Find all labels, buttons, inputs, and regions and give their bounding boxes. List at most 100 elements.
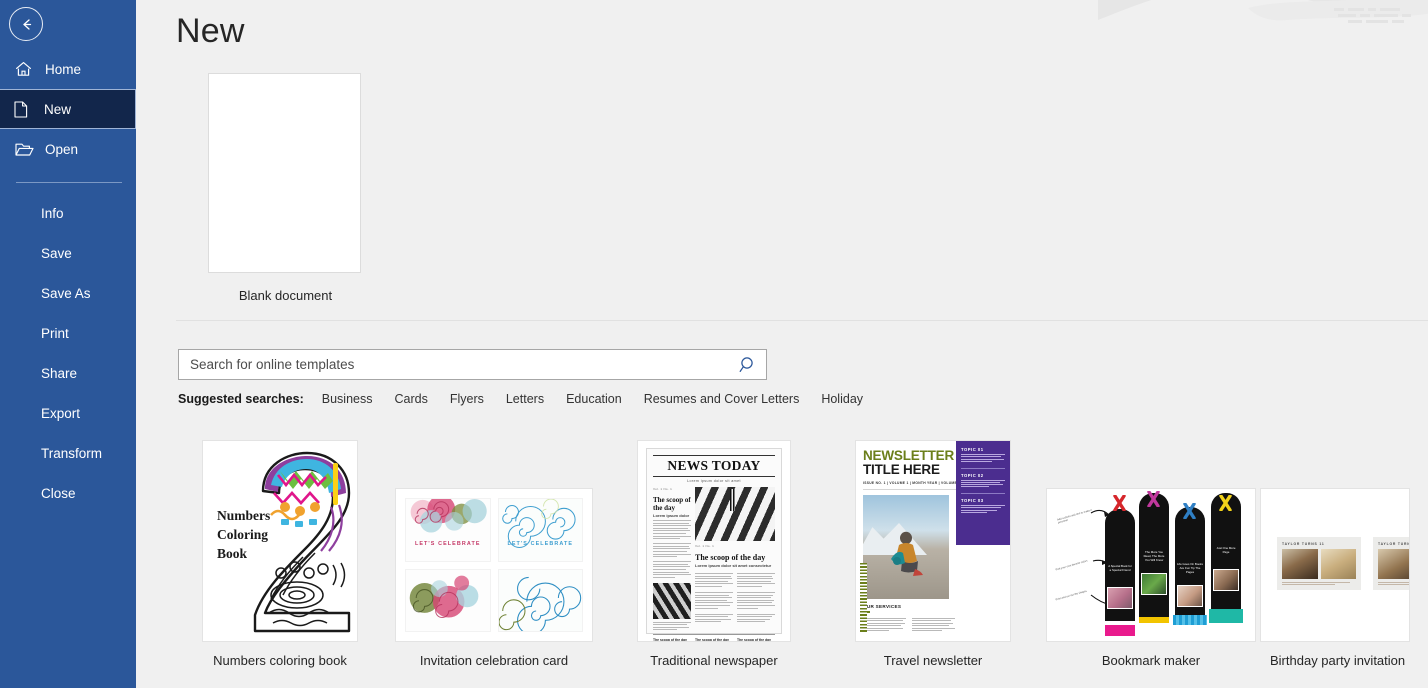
invitation-design-4 (497, 568, 583, 632)
sidebar-divider (16, 182, 122, 183)
ribbon-icon-magenta (1147, 491, 1160, 507)
suggested-link-business[interactable]: Business (322, 392, 373, 406)
sidebar-item-info-label: Info (41, 205, 64, 221)
template-card-invitation-celebration-card[interactable]: LET'S CELEBRATE LET'S CELEBRATE Invitati… (384, 488, 604, 668)
newspaper-lead-kicker: Vol. 1 No. 1 (695, 544, 715, 548)
blank-document-caption: Blank document (238, 288, 333, 303)
template-caption: Invitation celebration card (419, 653, 569, 668)
back-arrow-icon (22, 18, 31, 30)
newspaper-masthead: NEWS TODAY (653, 455, 775, 477)
template-thumbnail[interactable]: LET'S CELEBRATE LET'S CELEBRATE (395, 488, 593, 642)
sidebar-item-export[interactable]: Export (0, 393, 136, 433)
template-thumbnail[interactable]: Numbers Coloring Book (202, 440, 358, 642)
template-card-birthday-party-invitation[interactable]: TAYLOR TURNS 11 TAYLOR TURNS 11 (1260, 488, 1410, 668)
sidebar-item-save-as[interactable]: Save As (0, 273, 136, 313)
template-thumbnail[interactable]: NEWS TODAY Lorem ipsum dolor sit amet Vo… (637, 440, 791, 642)
newspaper-footer: The scoop of the day The scoop of the da… (653, 634, 775, 642)
newspaper-main-photo (695, 487, 775, 541)
suggested-link-resumes-and-cover-letters[interactable]: Resumes and Cover Letters (644, 392, 800, 406)
sidebar-item-share[interactable]: Share (0, 353, 136, 393)
newspaper-footer-item: The scoop of the day (653, 638, 687, 642)
sidebar-secondary-nav: Info Save Save As Print Share Export Tra… (0, 193, 136, 513)
sidebar-item-save-label: Save (41, 245, 72, 261)
invitation-design-3 (405, 568, 491, 632)
birthday-card-front: TAYLOR TURNS 11 (1277, 537, 1361, 591)
birthday-card-back: TAYLOR TURNS 11 (1373, 537, 1409, 591)
search-input[interactable] (190, 357, 738, 372)
newspaper-right-column: Vol. 1 No. 1 The scoop of the day Lorem … (695, 487, 775, 630)
backstage-sidebar: Home New Open Info Save Save As Print Sh… (0, 0, 136, 688)
bookmark-text: A Special Book for a Special Friend (1108, 564, 1132, 572)
template-caption: Birthday party invitation (1270, 653, 1406, 668)
decorative-number-two-illustration (253, 451, 351, 633)
sidebar-item-close[interactable]: Close (0, 473, 136, 513)
template-gallery: Numbers Coloring Book Numbers coloring b… (176, 440, 1410, 680)
sidebar-item-transform-label: Transform (41, 445, 103, 461)
newsletter-topic: TOPIC 03 (961, 498, 984, 504)
newspaper-lead-subhead: Lorem ipsum dolor sit amet consectetur (695, 563, 772, 568)
suggested-link-cards[interactable]: Cards (394, 392, 427, 406)
template-caption: Travel newsletter (883, 653, 983, 668)
suggested-link-letters[interactable]: Letters (506, 392, 544, 406)
sidebar-item-save[interactable]: Save (0, 233, 136, 273)
newspaper-kicker: Vol. 1 No. 1 (653, 487, 673, 491)
ribbon-icon-red (1113, 495, 1126, 511)
birthday-card-heading: TAYLOR TURNS 11 (1282, 542, 1325, 546)
blank-document-thumbnail[interactable] (208, 73, 361, 273)
newspaper-tagline: Lorem ipsum dolor sit amet (687, 479, 741, 483)
sidebar-item-info[interactable]: Info (0, 193, 136, 233)
sidebar-item-open[interactable]: Open (0, 129, 136, 169)
sidebar-item-new-label: New (44, 101, 72, 117)
sidebar-item-new[interactable]: New (0, 89, 136, 129)
suggested-link-holiday[interactable]: Holiday (821, 392, 863, 406)
suggested-searches-label: Suggested searches: (178, 392, 304, 406)
template-card-travel-newsletter[interactable]: NEWSLETTER TITLE HERE ISSUE NO. 1 | VOLU… (824, 440, 1042, 668)
word-backstage-new-screen: Home New Open Info Save Save As Print Sh… (0, 0, 1428, 688)
newspaper-column-subhead: Lorem ipsum dolor (653, 513, 690, 518)
suggested-link-flyers[interactable]: Flyers (450, 392, 484, 406)
sidebar-item-home-label: Home (45, 61, 82, 77)
template-caption: Traditional newspaper (650, 653, 778, 668)
bookmark-photo (1213, 569, 1239, 591)
template-thumbnail[interactable]: Add a photo and text to make it personal… (1046, 488, 1256, 642)
blank-document-tile[interactable]: Blank document (208, 73, 363, 303)
ribbon-icon-yellow (1219, 495, 1232, 511)
search-icon[interactable] (738, 355, 758, 375)
sidebar-item-home[interactable]: Home (0, 49, 136, 89)
search-box[interactable] (178, 349, 767, 380)
invitation-text: LET'S CELEBRATE (414, 540, 481, 547)
suggested-searches: Suggested searches: Business Cards Flyer… (178, 392, 1428, 406)
template-thumbnail[interactable]: NEWSLETTER TITLE HERE ISSUE NO. 1 | VOLU… (855, 440, 1011, 642)
template-thumbnail[interactable]: TAYLOR TURNS 11 TAYLOR TURNS 11 (1260, 488, 1410, 642)
newsletter-hero-photo (863, 495, 949, 599)
invitation-design-1: LET'S CELEBRATE (405, 498, 491, 562)
document-icon (14, 100, 38, 118)
sidebar-item-print[interactable]: Print (0, 313, 136, 353)
invitation-design-2: LET'S CELEBRATE (497, 498, 583, 562)
newspaper-column-headline: The scoop of the day (653, 496, 691, 512)
newspaper-secondary-photo (653, 582, 691, 619)
template-card-traditional-newspaper[interactable]: NEWS TODAY Lorem ipsum dolor sit amet Vo… (604, 440, 824, 668)
sidebar-item-close-label: Close (41, 485, 76, 501)
newsletter-services-heading: OUR SERVICES (863, 604, 902, 609)
back-button[interactable] (9, 7, 43, 41)
newsletter-topics-sidebar: TOPIC 01 TOPIC 02 TOPIC 03 (956, 441, 1010, 545)
backstage-main-pane: New Blank document Suggested searches: B… (136, 0, 1428, 688)
newspaper-left-column: Vol. 1 No. 1 The scoop of the day Lorem … (653, 487, 691, 631)
template-card-numbers-coloring-book[interactable]: Numbers Coloring Book Numbers coloring b… (176, 440, 384, 668)
birthday-card-heading: TAYLOR TURNS 11 (1378, 542, 1409, 546)
newspaper-lead-headline: The scoop of the day (695, 553, 766, 562)
sidebar-item-export-label: Export (41, 405, 81, 421)
invitation-text: LET'S CELEBRATE (507, 540, 574, 547)
sidebar-item-transform[interactable]: Transform (0, 433, 136, 473)
suggested-link-education[interactable]: Education (566, 392, 622, 406)
section-divider (176, 320, 1428, 321)
bookmark-text: The More You Read, The More You Will Kno… (1143, 550, 1165, 562)
bookmark-photo (1141, 573, 1167, 595)
birthday-photo (1282, 549, 1318, 579)
template-card-bookmark-maker[interactable]: Add a photo and text to make it personal… (1042, 488, 1260, 668)
page-title: New (176, 12, 245, 50)
bookmark-photo (1177, 585, 1203, 607)
sidebar-item-share-label: Share (41, 365, 78, 381)
newsletter-edge-stripe (860, 563, 867, 633)
